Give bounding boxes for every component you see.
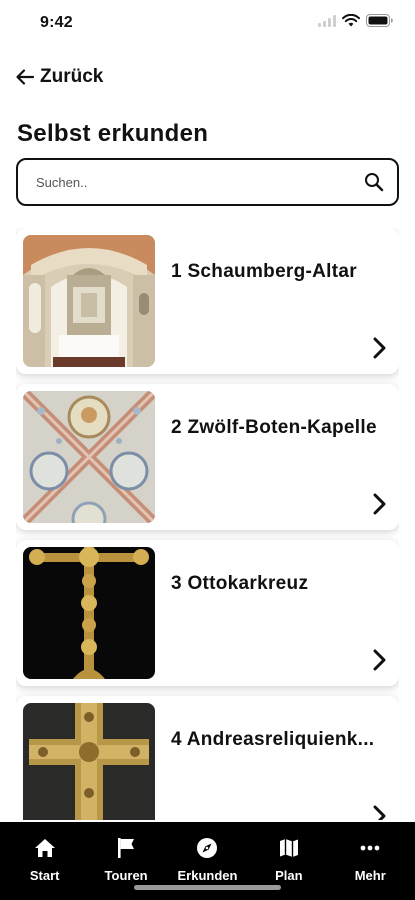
chevron-right-icon [373,493,386,515]
item-title: 3 Ottokarkreuz [171,573,309,594]
back-label: Zurück [40,66,104,87]
more-dots-icon [360,845,380,851]
status-time: 9:42 [40,14,73,31]
chevron-right-icon [373,649,386,671]
station-list[interactable]: 1 Schaumberg-Altar 2 Zwölf-Boten-Kapelle [16,228,399,820]
search-icon[interactable] [363,171,385,193]
tab-label: Erkunden [177,868,238,883]
item-title: 2 Zwölf-Boten-Kapelle [171,417,377,438]
painted-vault-ceiling-image [23,391,155,523]
back-button[interactable]: Zurück [14,66,103,88]
battery-icon [366,14,393,27]
tab-mehr[interactable]: Mehr [330,822,410,900]
tab-label: Touren [104,868,148,883]
tab-label: Plan [275,868,303,883]
chevron-right-icon [373,805,386,820]
list-item[interactable]: 4 Andreasreliquienk... [16,696,399,820]
home-icon [34,839,55,857]
home-indicator [134,885,281,890]
search-input[interactable] [36,174,363,190]
list-item[interactable]: 3 Ottokarkreuz [16,540,399,686]
arrow-left-icon [16,69,35,85]
map-icon [279,839,298,857]
page-title: Selbst erkunden [17,120,209,147]
status-icons [318,14,393,27]
golden-cross-image [23,547,155,679]
list-item[interactable]: 1 Schaumberg-Altar [16,228,399,374]
tab-label: Start [29,868,60,883]
item-title: 1 Schaumberg-Altar [171,261,357,282]
search-bar[interactable] [16,158,399,206]
flag-icon [118,838,135,858]
list-item[interactable]: 2 Zwölf-Boten-Kapelle [16,384,399,530]
reliquary-cross-image [23,703,155,820]
tab-start[interactable]: Start [5,822,85,900]
status-bar: 9:42 [0,0,415,46]
cellular-signal-icon [318,14,336,27]
wifi-icon [342,14,360,27]
altar-chapel-image [23,235,155,367]
compass-icon [197,838,218,858]
chevron-right-icon [373,337,386,359]
tab-label: Mehr [354,868,386,883]
item-title: 4 Andreasreliquienk... [171,729,375,750]
